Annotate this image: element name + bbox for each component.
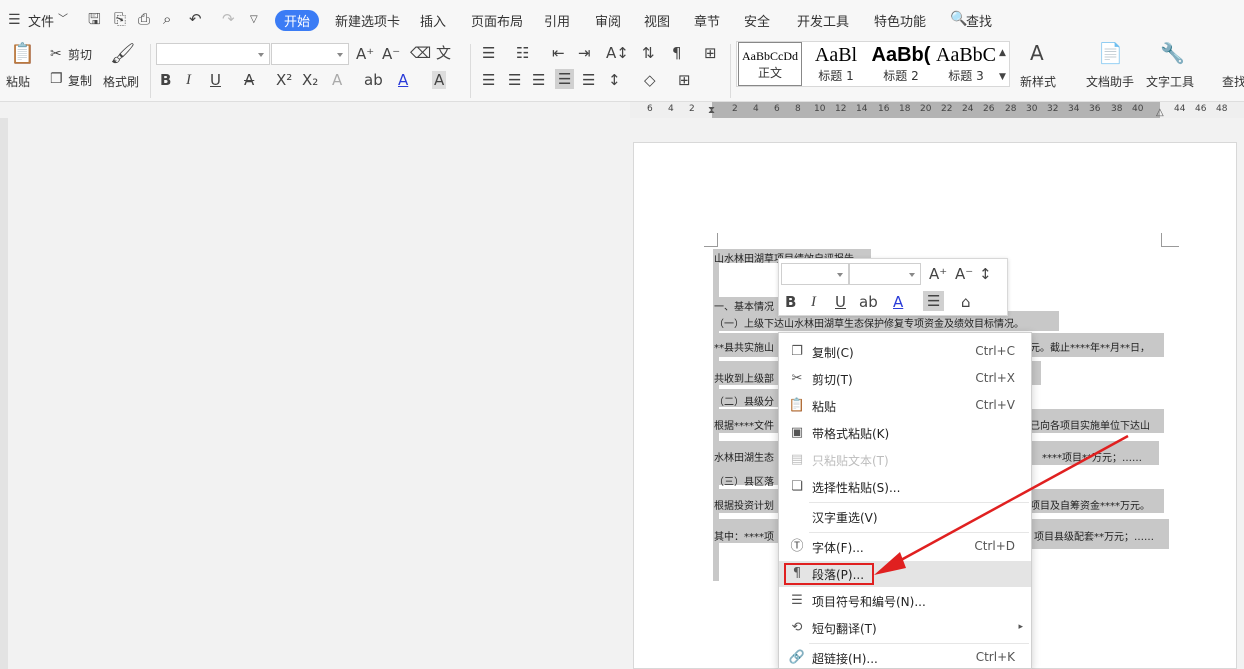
- annotation-arrow: [0, 0, 1244, 669]
